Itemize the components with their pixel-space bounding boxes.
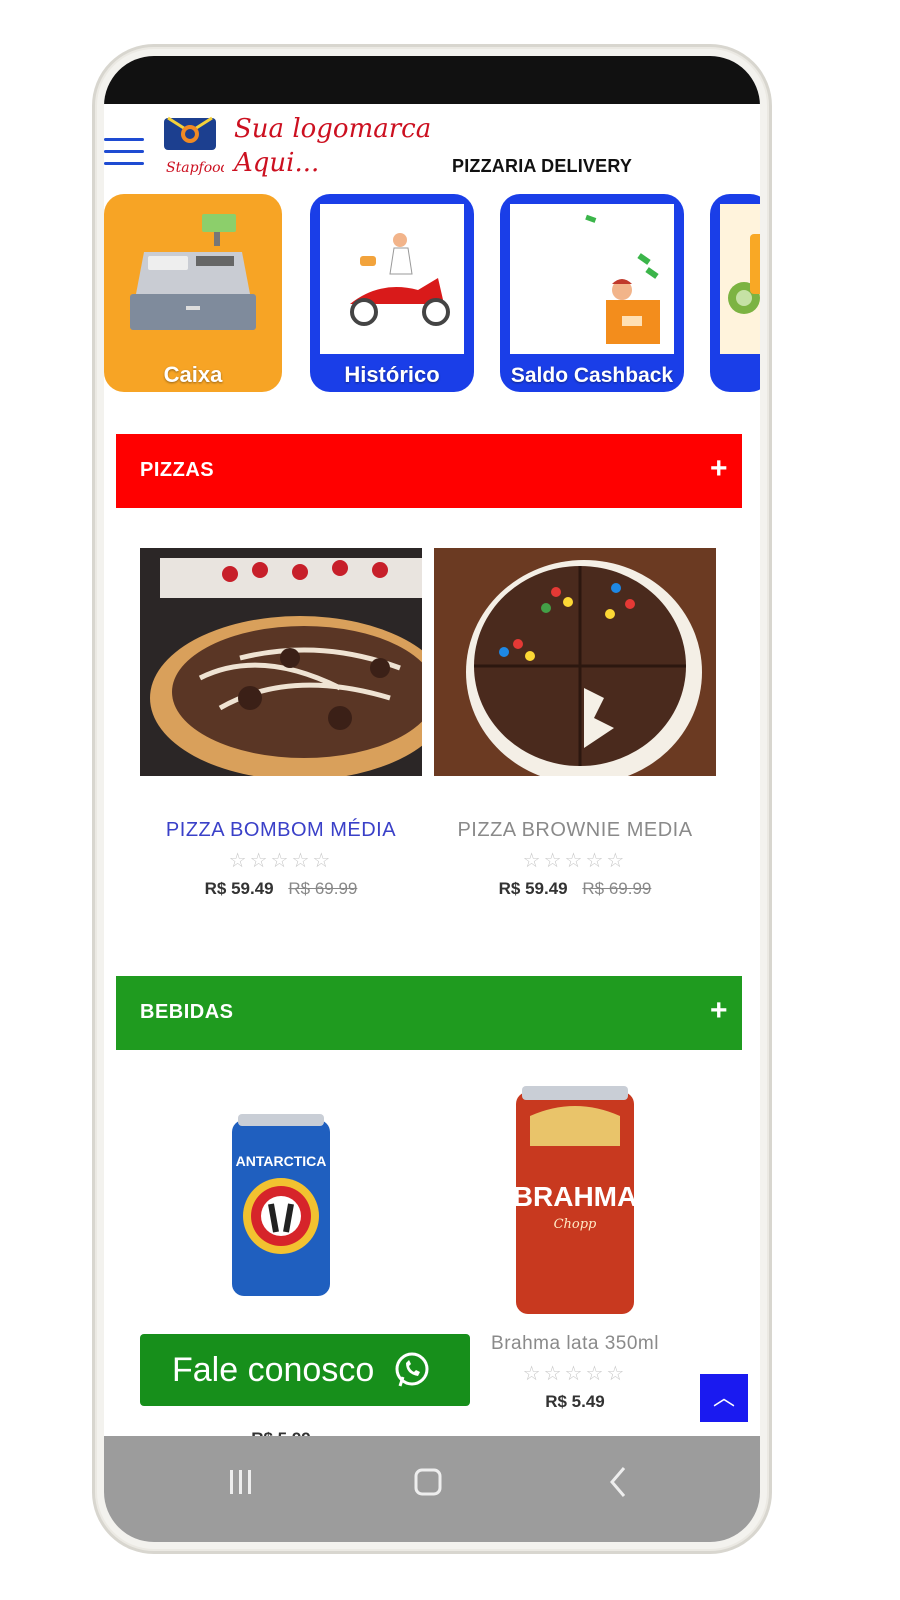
category-bar-bebidas[interactable]: BEBIDAS + <box>116 976 742 1050</box>
hamburger-menu-icon[interactable] <box>104 138 144 170</box>
status-bar <box>104 56 760 104</box>
category-bar-pizzas[interactable]: PIZZAS + <box>116 434 742 508</box>
shortcut-card-partial[interactable] <box>710 194 760 392</box>
brand-name: PIZZARIA DELIVERY <box>452 156 633 176</box>
product-old-price: R$ 69.99 <box>582 879 652 898</box>
can-label: BRAHMA <box>513 1181 637 1212</box>
product-card-brahma[interactable]: BRAHMA Chopp Brahma lata 350ml ☆☆☆☆☆ R$ … <box>434 1086 716 1412</box>
app-screen: Stapfood Sua logomarca Aqui... PIZZARIA … <box>104 56 760 1542</box>
shortcut-label: Caixa <box>163 362 223 387</box>
rating-stars: ☆☆☆☆☆ <box>522 1363 628 1385</box>
recent-apps-icon[interactable] <box>220 1462 260 1502</box>
product-name[interactable]: PIZZA BROWNIE MEDIA <box>434 819 716 842</box>
logo-sub-text: Stapfood <box>166 160 224 176</box>
whatsapp-icon <box>395 1352 429 1387</box>
product-name[interactable]: PIZZA BOMBOM MÉDIA <box>140 819 422 842</box>
shortcut-label: Histórico <box>344 362 440 387</box>
plus-icon[interactable]: + <box>710 452 728 486</box>
product-card-pizza-brownie[interactable]: PIZZA BROWNIE MEDIA ☆☆☆☆☆ R$ 59.49 R$ 69… <box>434 548 716 899</box>
pizza-bombom-image[interactable] <box>140 548 450 780</box>
shortcut-carousel[interactable]: Caixa Histórico Saldo Cashback <box>104 194 760 394</box>
category-title: PIZZAS <box>140 459 215 481</box>
product-card-pizza-bombom[interactable]: PIZZA BOMBOM MÉDIA ☆☆☆☆☆ R$ 59.49 R$ 69.… <box>140 548 450 899</box>
cashback-person-icon <box>585 214 660 344</box>
product-price: R$ 5.49 <box>545 1392 605 1411</box>
can-label: ANTARCTICA <box>236 1153 327 1169</box>
product-prices: R$ 59.49 R$ 69.99 <box>434 879 716 899</box>
brand-logo: Stapfood <box>160 114 230 182</box>
plus-icon[interactable]: + <box>710 994 728 1028</box>
cash-register-icon <box>130 214 256 330</box>
whatsapp-button-label: Fale conosco <box>172 1350 375 1389</box>
chevron-up-icon: ︿ <box>712 1385 735 1410</box>
logo-text-line2: Aqui... <box>234 148 320 178</box>
product-old-price: R$ 69.99 <box>288 879 358 898</box>
antarctica-can-image[interactable]: ANTARCTICA <box>140 1086 422 1316</box>
shortcut-label: Saldo Cashback <box>510 364 674 387</box>
fruit-bowl-icon <box>728 234 760 314</box>
pizza-brownie-image[interactable] <box>434 548 716 784</box>
product-name[interactable]: Brahma lata 350ml <box>434 1333 716 1355</box>
delivery-scooter-icon <box>350 233 450 326</box>
brahma-can-image[interactable]: BRAHMA Chopp <box>434 1086 716 1316</box>
home-icon[interactable] <box>408 1462 448 1502</box>
logo-placeholder-text: Sua logomarca Aqui... <box>234 112 464 180</box>
product-prices: R$ 59.49 R$ 69.99 <box>140 879 422 899</box>
can-sublabel: Chopp <box>554 1217 597 1232</box>
whatsapp-contact-button[interactable]: Fale conosco <box>140 1334 470 1406</box>
back-icon[interactable] <box>598 1462 638 1502</box>
scroll-top-button[interactable]: ︿ <box>700 1374 748 1422</box>
android-navigation-bar <box>104 1436 760 1542</box>
rating-stars: ☆☆☆☆☆ <box>228 850 334 872</box>
logo-text-line1: Sua logomarca <box>234 114 432 144</box>
shortcut-card-caixa[interactable]: Caixa <box>104 194 282 392</box>
rating-stars: ☆☆☆☆☆ <box>522 850 628 872</box>
product-prices: R$ 5.49 <box>434 1392 716 1412</box>
shortcut-card-saldo-cashback[interactable]: Saldo Cashback <box>500 194 684 392</box>
product-price: R$ 59.49 <box>498 879 568 898</box>
product-price: R$ 59.49 <box>204 879 274 898</box>
category-title: BEBIDAS <box>140 1001 234 1023</box>
shortcut-card-historico[interactable]: Histórico <box>310 194 474 392</box>
